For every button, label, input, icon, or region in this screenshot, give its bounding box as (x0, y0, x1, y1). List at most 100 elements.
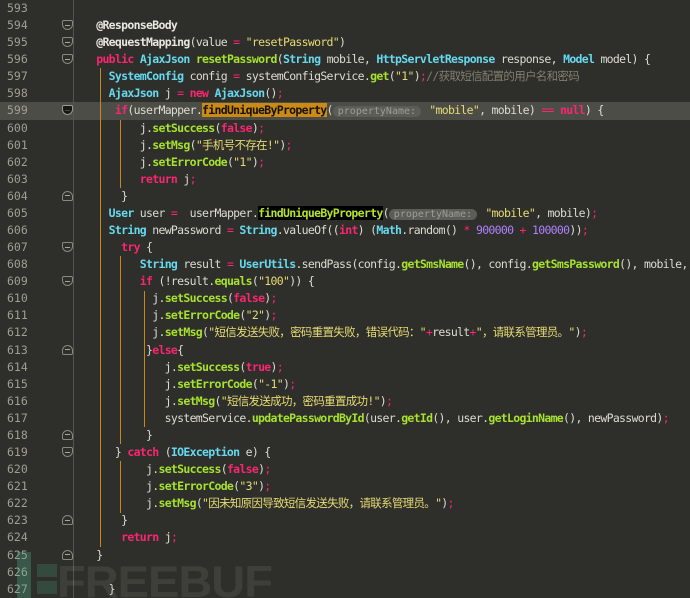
line-number: 593 (7, 1, 28, 15)
line-number: 626 (7, 564, 28, 579)
code-token: setMsg (152, 137, 190, 152)
code-text: } catch (IOException e) { (0, 444, 271, 461)
code-token: updatePasswordById (251, 410, 365, 425)
code-token: Model (563, 52, 601, 67)
code-token: ; (581, 223, 589, 238)
code-token: ; (170, 530, 178, 545)
code-token: HttpServletResponse (376, 52, 501, 67)
code-token: getLoginName (488, 410, 564, 425)
code-token: @ResponseBody (96, 18, 178, 33)
code-token: String (282, 52, 327, 67)
code-token: setErrorCode (164, 308, 240, 323)
code-token: config (189, 69, 234, 84)
code-line-599[interactable]: 599 if(userMapper.findUniqueByProperty(p… (0, 102, 690, 120)
code-token: setErrorCode (158, 479, 234, 494)
code-text: @ResponseBody (0, 17, 178, 34)
code-token: User (108, 205, 140, 220)
code-token: newPassword (152, 223, 227, 238)
code-token: ( (382, 205, 390, 220)
code-line-612[interactable]: 612 j.setMsg("短信发送失败，密码重置失败，错误代码："+resul… (0, 324, 690, 341)
fold-toggle-icon[interactable] (62, 344, 73, 355)
code-token: ) (339, 35, 346, 50)
code-text: if (!result.equals("100")) { (0, 273, 315, 290)
parameter-hint: propertyName: (388, 208, 478, 220)
code-token: setSuccess (177, 359, 240, 374)
code-token: == (541, 103, 554, 118)
code-token: (userMapper. (127, 103, 203, 118)
code-token: { (139, 240, 153, 255)
code-token: resetPassword (195, 52, 278, 67)
code-token: "，请联系管理员。" (475, 325, 576, 340)
code-token: try (121, 240, 140, 255)
code-token: SystemConfig (108, 69, 190, 84)
code-token: equals (214, 274, 253, 289)
code-token: @RequestMapping (96, 35, 190, 50)
code-line-606[interactable]: 606 String newPassword = String.valueOf(… (0, 222, 690, 239)
code-line-605[interactable]: 605 User user = userMapper.findUniqueByP… (0, 205, 690, 222)
code-token: new (189, 86, 215, 101)
code-token: )) (569, 223, 582, 238)
fold-toggle-icon[interactable] (62, 515, 73, 526)
code-token: ; (580, 325, 588, 340)
code-token: j. (90, 308, 165, 323)
code-token: setSuccess (152, 120, 215, 135)
code-token: setMsg (158, 496, 196, 511)
code-line-617[interactable]: 617 systemService.updatePasswordById(use… (0, 410, 690, 427)
code-text: SystemConfig config = systemConfigServic… (0, 68, 580, 85)
code-token: setSuccess (158, 462, 221, 477)
fold-toggle-icon[interactable] (62, 549, 73, 560)
code-line-596[interactable]: 596 public AjaxJson resetPassword(String… (0, 51, 690, 68)
code-token: ; (264, 462, 271, 477)
fold-toggle-icon[interactable] (62, 429, 73, 440)
code-token: "100" (258, 274, 290, 289)
code-token: (), config. (463, 257, 533, 272)
code-token: ; (270, 308, 278, 323)
code-token: //获取短信配置的用户名和密码 (426, 69, 580, 84)
code-text: j.setSuccess(false); (0, 120, 265, 137)
code-line-608[interactable]: 608 String result = UserUtils.sendPass(c… (0, 256, 690, 273)
code-token: result (183, 257, 227, 272)
code-token: ; (276, 86, 284, 101)
code-token: userMapper. (177, 205, 259, 220)
code-token: setErrorCode (177, 376, 252, 391)
code-text: j.setSuccess(false); (0, 290, 277, 307)
code-token: "mobile" (485, 205, 536, 220)
code-token: ) { (584, 103, 604, 118)
code-token: getSmsPassword (531, 257, 620, 272)
code-token: .random() (401, 223, 464, 238)
code-token: ; (276, 359, 284, 374)
code-text: j.setMsg("短信发送失败，密码重置失败，错误代码："+result+"，… (0, 324, 588, 341)
code-token: systemConfigService. (239, 69, 371, 84)
code-text: } (0, 547, 103, 564)
code-token: false (226, 462, 259, 477)
code-text: j.setErrorCode("-1"); (0, 376, 296, 393)
code-token: user (139, 205, 171, 220)
code-text: j.setErrorCode("1"); (0, 154, 265, 171)
code-token: ; (264, 479, 271, 494)
code-token: findUniqueByProperty (202, 103, 327, 118)
code-token: (user. (363, 410, 402, 425)
code-token: setMsg (164, 325, 203, 340)
code-token: return (121, 530, 165, 545)
code-token: model) { (600, 52, 651, 67)
code-token: ; (285, 137, 293, 152)
code-token: AjaxJson (108, 86, 165, 101)
code-token: j. (90, 359, 178, 374)
code-token: j. (90, 462, 159, 477)
code-text: return j; (0, 171, 197, 188)
code-token: } (90, 188, 128, 203)
code-token: "-1" (258, 376, 284, 391)
code-token: .valueOf(( (276, 223, 340, 238)
fold-toggle-icon[interactable] (62, 190, 73, 201)
code-token: public (96, 52, 140, 67)
code-token: "mobile" (429, 103, 480, 118)
code-text: public AjaxJson resetPassword(String mob… (0, 51, 651, 68)
code-token: get (370, 69, 389, 84)
code-token: setSuccess (164, 291, 228, 306)
code-token: } (90, 513, 128, 528)
code-token: j. (90, 496, 159, 511)
